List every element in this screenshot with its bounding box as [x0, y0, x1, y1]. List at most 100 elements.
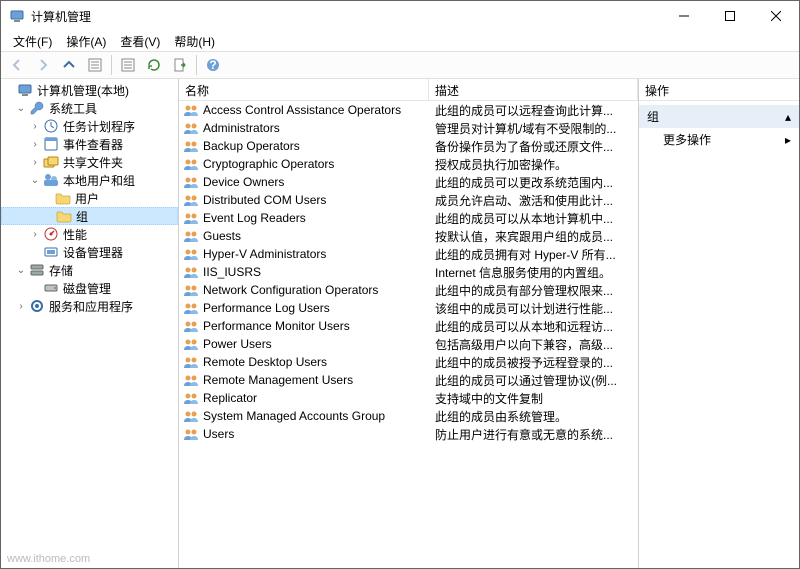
group-name: Users: [203, 427, 435, 441]
group-desc: 此组的成员可以通过管理协议(例...: [435, 372, 638, 389]
group-icon: [183, 300, 199, 316]
tree-groups[interactable]: 组: [1, 207, 178, 225]
up-button[interactable]: [57, 53, 81, 77]
actions-group-title[interactable]: 组 ▴: [639, 105, 799, 128]
expander-icon[interactable]: ›: [29, 156, 41, 168]
list-row[interactable]: Network Configuration Operators此组中的成员有部分…: [179, 281, 638, 299]
list-row[interactable]: Performance Monitor Users此组的成员可以从本地和远程访.…: [179, 317, 638, 335]
expander-icon[interactable]: [3, 84, 15, 96]
group-name: Network Configuration Operators: [203, 283, 435, 297]
group-desc: 此组中的成员有部分管理权限来...: [435, 282, 638, 299]
refresh-button[interactable]: [142, 53, 166, 77]
list-row[interactable]: IIS_IUSRSInternet 信息服务使用的内置组。: [179, 263, 638, 281]
column-header-desc[interactable]: 描述: [429, 79, 638, 100]
list-row[interactable]: System Managed Accounts Group此组的成员由系统管理。: [179, 407, 638, 425]
group-name: Remote Management Users: [203, 373, 435, 387]
tree-services-apps[interactable]: ›服务和应用程序: [1, 297, 178, 315]
tree-system-tools[interactable]: ⌄系统工具: [1, 99, 178, 117]
collapse-icon: ▴: [785, 110, 791, 124]
show-hide-tree-button[interactable]: [83, 53, 107, 77]
expander-icon[interactable]: ›: [15, 300, 27, 312]
list-row[interactable]: Event Log Readers此组的成员可以从本地计算机中...: [179, 209, 638, 227]
expander-icon[interactable]: ›: [29, 228, 41, 240]
list-row[interactable]: Remote Desktop Users此组中的成员被授予远程登录的...: [179, 353, 638, 371]
list-row[interactable]: Device Owners此组的成员可以更改系统范围内...: [179, 173, 638, 191]
group-desc: 授权成员执行加密操作。: [435, 156, 638, 173]
titlebar: 计算机管理: [1, 1, 799, 31]
list-row[interactable]: Distributed COM Users成员允许启动、激活和使用此计...: [179, 191, 638, 209]
menubar: 文件(F) 操作(A) 查看(V) 帮助(H): [1, 31, 799, 51]
properties-button[interactable]: [116, 53, 140, 77]
column-header-name[interactable]: 名称: [179, 79, 429, 100]
help-button[interactable]: [201, 53, 225, 77]
group-icon: [183, 354, 199, 370]
group-icon: [183, 426, 199, 442]
export-list-button[interactable]: [168, 53, 192, 77]
tree-disk-mgmt[interactable]: 磁盘管理: [1, 279, 178, 297]
list-pane[interactable]: 名称 描述 Access Control Assistance Operator…: [179, 79, 639, 568]
group-icon: [183, 408, 199, 424]
group-desc: Internet 信息服务使用的内置组。: [435, 264, 638, 281]
group-icon: [183, 246, 199, 262]
group-name: Power Users: [203, 337, 435, 351]
list-row[interactable]: Users防止用户进行有意或无意的系统...: [179, 425, 638, 443]
group-icon: [183, 336, 199, 352]
group-icon: [183, 156, 199, 172]
menu-help[interactable]: 帮助(H): [168, 31, 221, 52]
group-name: Guests: [203, 229, 435, 243]
group-desc: 此组中的成员被授予远程登录的...: [435, 354, 638, 371]
tree-event-viewer[interactable]: ›事件查看器: [1, 135, 178, 153]
expander-icon[interactable]: ⌄: [29, 174, 41, 186]
list-row[interactable]: Administrators管理员对计算机/域有不受限制的...: [179, 119, 638, 137]
group-name: Cryptographic Operators: [203, 157, 435, 171]
expander-icon[interactable]: ⌄: [15, 102, 27, 114]
close-button[interactable]: [753, 1, 799, 31]
list-row[interactable]: Guests按默认值，来宾跟用户组的成员...: [179, 227, 638, 245]
group-name: Performance Log Users: [203, 301, 435, 315]
group-icon: [183, 264, 199, 280]
group-icon: [183, 372, 199, 388]
actions-more[interactable]: 更多操作 ▸: [639, 128, 799, 151]
group-name: Distributed COM Users: [203, 193, 435, 207]
minimize-button[interactable]: [661, 1, 707, 31]
expander-icon[interactable]: ⌄: [15, 264, 27, 276]
expander-icon[interactable]: ›: [29, 138, 41, 150]
tree-local-users-groups[interactable]: ⌄本地用户和组: [1, 171, 178, 189]
group-icon: [183, 390, 199, 406]
tree-users[interactable]: 用户: [1, 189, 178, 207]
menu-file[interactable]: 文件(F): [7, 31, 58, 52]
tree-pane[interactable]: 计算机管理(本地) ⌄系统工具 ›任务计划程序 ›事件查看器 ›共享文件夹 ⌄本…: [1, 79, 179, 568]
group-name: Device Owners: [203, 175, 435, 189]
group-desc: 备份操作员为了备份或还原文件...: [435, 138, 638, 155]
tree-root[interactable]: 计算机管理(本地): [1, 81, 178, 99]
tree-shared-folders[interactable]: ›共享文件夹: [1, 153, 178, 171]
watermark: www.ithome.com: [7, 553, 90, 565]
group-name: IIS_IUSRS: [203, 265, 435, 279]
forward-button[interactable]: [31, 53, 55, 77]
list-row[interactable]: Power Users包括高级用户以向下兼容，高级...: [179, 335, 638, 353]
group-name: Replicator: [203, 391, 435, 405]
menu-view[interactable]: 查看(V): [114, 31, 166, 52]
list-row[interactable]: Replicator支持域中的文件复制: [179, 389, 638, 407]
back-button[interactable]: [5, 53, 29, 77]
list-row[interactable]: Backup Operators备份操作员为了备份或还原文件...: [179, 137, 638, 155]
list-body[interactable]: Access Control Assistance Operators此组的成员…: [179, 101, 638, 568]
tree-performance[interactable]: ›性能: [1, 225, 178, 243]
list-row[interactable]: Performance Log Users该组中的成员可以计划进行性能...: [179, 299, 638, 317]
list-row[interactable]: Hyper-V Administrators此组的成员拥有对 Hyper-V 所…: [179, 245, 638, 263]
expander-icon[interactable]: ›: [29, 120, 41, 132]
list-row[interactable]: Remote Management Users此组的成员可以通过管理协议(例..…: [179, 371, 638, 389]
group-name: Administrators: [203, 121, 435, 135]
group-name: Remote Desktop Users: [203, 355, 435, 369]
list-row[interactable]: Cryptographic Operators授权成员执行加密操作。: [179, 155, 638, 173]
tree-task-scheduler[interactable]: ›任务计划程序: [1, 117, 178, 135]
tree-storage[interactable]: ⌄存储: [1, 261, 178, 279]
app-icon: [9, 8, 25, 24]
list-row[interactable]: Access Control Assistance Operators此组的成员…: [179, 101, 638, 119]
maximize-button[interactable]: [707, 1, 753, 31]
menu-action[interactable]: 操作(A): [60, 31, 112, 52]
tree-device-manager[interactable]: 设备管理器: [1, 243, 178, 261]
group-icon: [183, 120, 199, 136]
group-name: Hyper-V Administrators: [203, 247, 435, 261]
group-icon: [183, 210, 199, 226]
